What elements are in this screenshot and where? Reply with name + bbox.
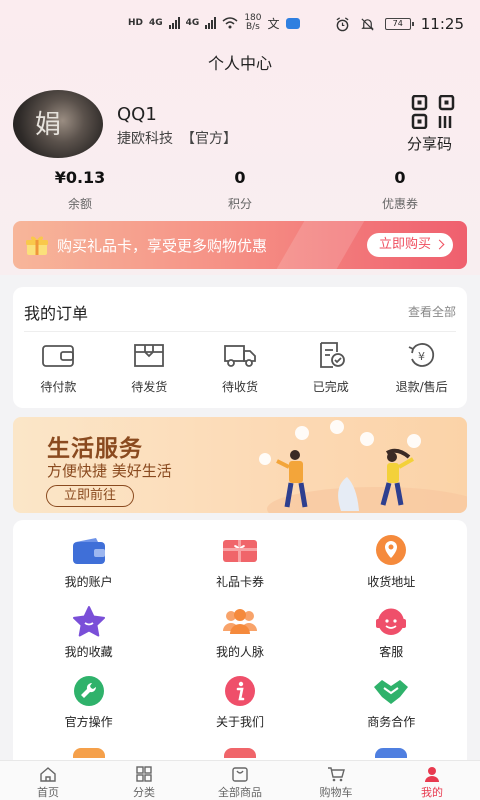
balance-stat[interactable]: ¥0.13 余额 xyxy=(0,168,160,212)
alarm-icon xyxy=(336,16,349,31)
network-type: 4G xyxy=(149,18,163,28)
go-now-button[interactable]: 立即前往 xyxy=(46,485,135,507)
shop-bag-icon xyxy=(232,767,248,782)
service-address[interactable]: 收货地址 xyxy=(316,535,467,605)
qr-code-icon[interactable] xyxy=(411,95,455,129)
life-service-subtitle: 方便快捷 美好生活 xyxy=(47,462,172,480)
gift-card-promo-banner[interactable]: 购买礼品卡，享受更多购物优惠 立即购买 xyxy=(13,221,467,269)
company-name: 捷欧科技 xyxy=(117,131,173,147)
customer-service-icon xyxy=(376,608,407,635)
services-grid: 我的账户 礼品卡券 收货地址 我的收藏 我的人脉 客服 官方操作 关于我们 商务… xyxy=(13,520,467,760)
star-icon xyxy=(72,606,105,637)
service-about-us[interactable]: 关于我们 xyxy=(164,675,315,745)
life-service-illustration xyxy=(259,420,467,513)
company-info: 捷欧科技 【官方】 xyxy=(117,128,237,148)
buy-now-button[interactable]: 立即购买 xyxy=(366,233,453,257)
hd-badge: HD xyxy=(128,18,144,28)
tab-mine[interactable]: 我的 xyxy=(384,761,480,800)
orders-card: 我的订单 查看全部 待付款 待发货 待收货 已完成 ¥ 退款/售后 xyxy=(13,287,467,408)
divider xyxy=(24,331,456,332)
avatar[interactable]: 娟 xyxy=(13,90,103,158)
signal-icon xyxy=(168,17,180,29)
life-service-banner[interactable]: 生活服务 方便快捷 美好生活 立即前往 xyxy=(13,417,467,513)
app-notification-icon: 文 xyxy=(267,16,280,31)
order-pending-shipment[interactable]: 待发货 xyxy=(104,341,195,395)
official-tag: 【官方】 xyxy=(181,131,237,147)
wrench-icon xyxy=(73,676,104,706)
signal-icon-2 xyxy=(205,17,217,29)
avatar-text: 娟 xyxy=(35,110,62,140)
more-services-peek xyxy=(13,748,467,760)
handshake-icon xyxy=(374,680,409,704)
service-business-coop[interactable]: 商务合作 xyxy=(316,675,467,745)
service-contacts[interactable]: 我的人脉 xyxy=(164,605,315,675)
battery-icon: 74 xyxy=(384,18,414,30)
account-stats: ¥0.13 余额 0 积分 0 优惠券 xyxy=(0,168,480,212)
tab-all-products[interactable]: 全部商品 xyxy=(192,761,288,800)
user-name: QQ1 xyxy=(117,104,157,125)
service-my-account[interactable]: 我的账户 xyxy=(13,535,164,605)
promo-text: 购买礼品卡，享受更多购物优惠 xyxy=(57,237,268,255)
category-icon xyxy=(136,766,152,782)
refund-icon: ¥ xyxy=(408,343,434,367)
truck-icon xyxy=(224,345,256,367)
service-customer-service[interactable]: 客服 xyxy=(316,605,467,675)
people-icon xyxy=(222,609,257,634)
wallet-icon xyxy=(42,345,75,367)
service-official-ops[interactable]: 官方操作 xyxy=(13,675,164,745)
svg-text:¥: ¥ xyxy=(418,350,425,363)
orders-title: 我的订单 xyxy=(24,304,89,323)
completed-doc-icon xyxy=(319,342,345,368)
service-favorites[interactable]: 我的收藏 xyxy=(13,605,164,675)
network-type-2: 4G xyxy=(185,18,200,28)
tab-cart[interactable]: 购物车 xyxy=(288,761,384,800)
service-gift-cards[interactable]: 礼品卡券 xyxy=(164,535,315,605)
bottom-tab-bar: 首页 分类 全部商品 购物车 我的 xyxy=(0,760,480,800)
message-icon xyxy=(285,17,300,29)
mute-icon xyxy=(361,17,374,31)
page-title: 个人中心 xyxy=(207,54,272,73)
wifi-icon xyxy=(222,17,238,29)
tab-home[interactable]: 首页 xyxy=(0,761,96,800)
tab-category[interactable]: 分类 xyxy=(96,761,192,800)
info-icon xyxy=(224,676,255,706)
life-service-title: 生活服务 xyxy=(47,436,143,462)
status-bar: HD 4G 4G 180 B/s 文 74 11:25 xyxy=(0,0,480,44)
points-stat[interactable]: 0 积分 xyxy=(160,168,320,212)
user-icon xyxy=(425,767,439,782)
clock: 11:25 xyxy=(420,15,464,33)
order-pending-payment[interactable]: 待付款 xyxy=(13,341,104,395)
box-icon xyxy=(134,344,165,367)
home-icon xyxy=(40,767,56,782)
wallet-icon xyxy=(72,538,105,564)
coupons-stat[interactable]: 0 优惠券 xyxy=(320,168,480,212)
banner-decoration xyxy=(263,221,371,269)
cart-icon xyxy=(328,767,345,782)
network-speed: 180 B/s xyxy=(244,13,262,32)
gift-card-icon xyxy=(222,540,257,562)
order-refund[interactable]: ¥ 退款/售后 xyxy=(376,341,467,395)
share-code-label[interactable]: 分享码 xyxy=(407,133,452,154)
order-pending-receipt[interactable]: 待收货 xyxy=(195,341,286,395)
order-completed[interactable]: 已完成 xyxy=(285,341,376,395)
location-icon xyxy=(376,535,407,565)
gift-icon xyxy=(26,236,48,255)
view-all-orders-link[interactable]: 查看全部 xyxy=(408,303,456,320)
